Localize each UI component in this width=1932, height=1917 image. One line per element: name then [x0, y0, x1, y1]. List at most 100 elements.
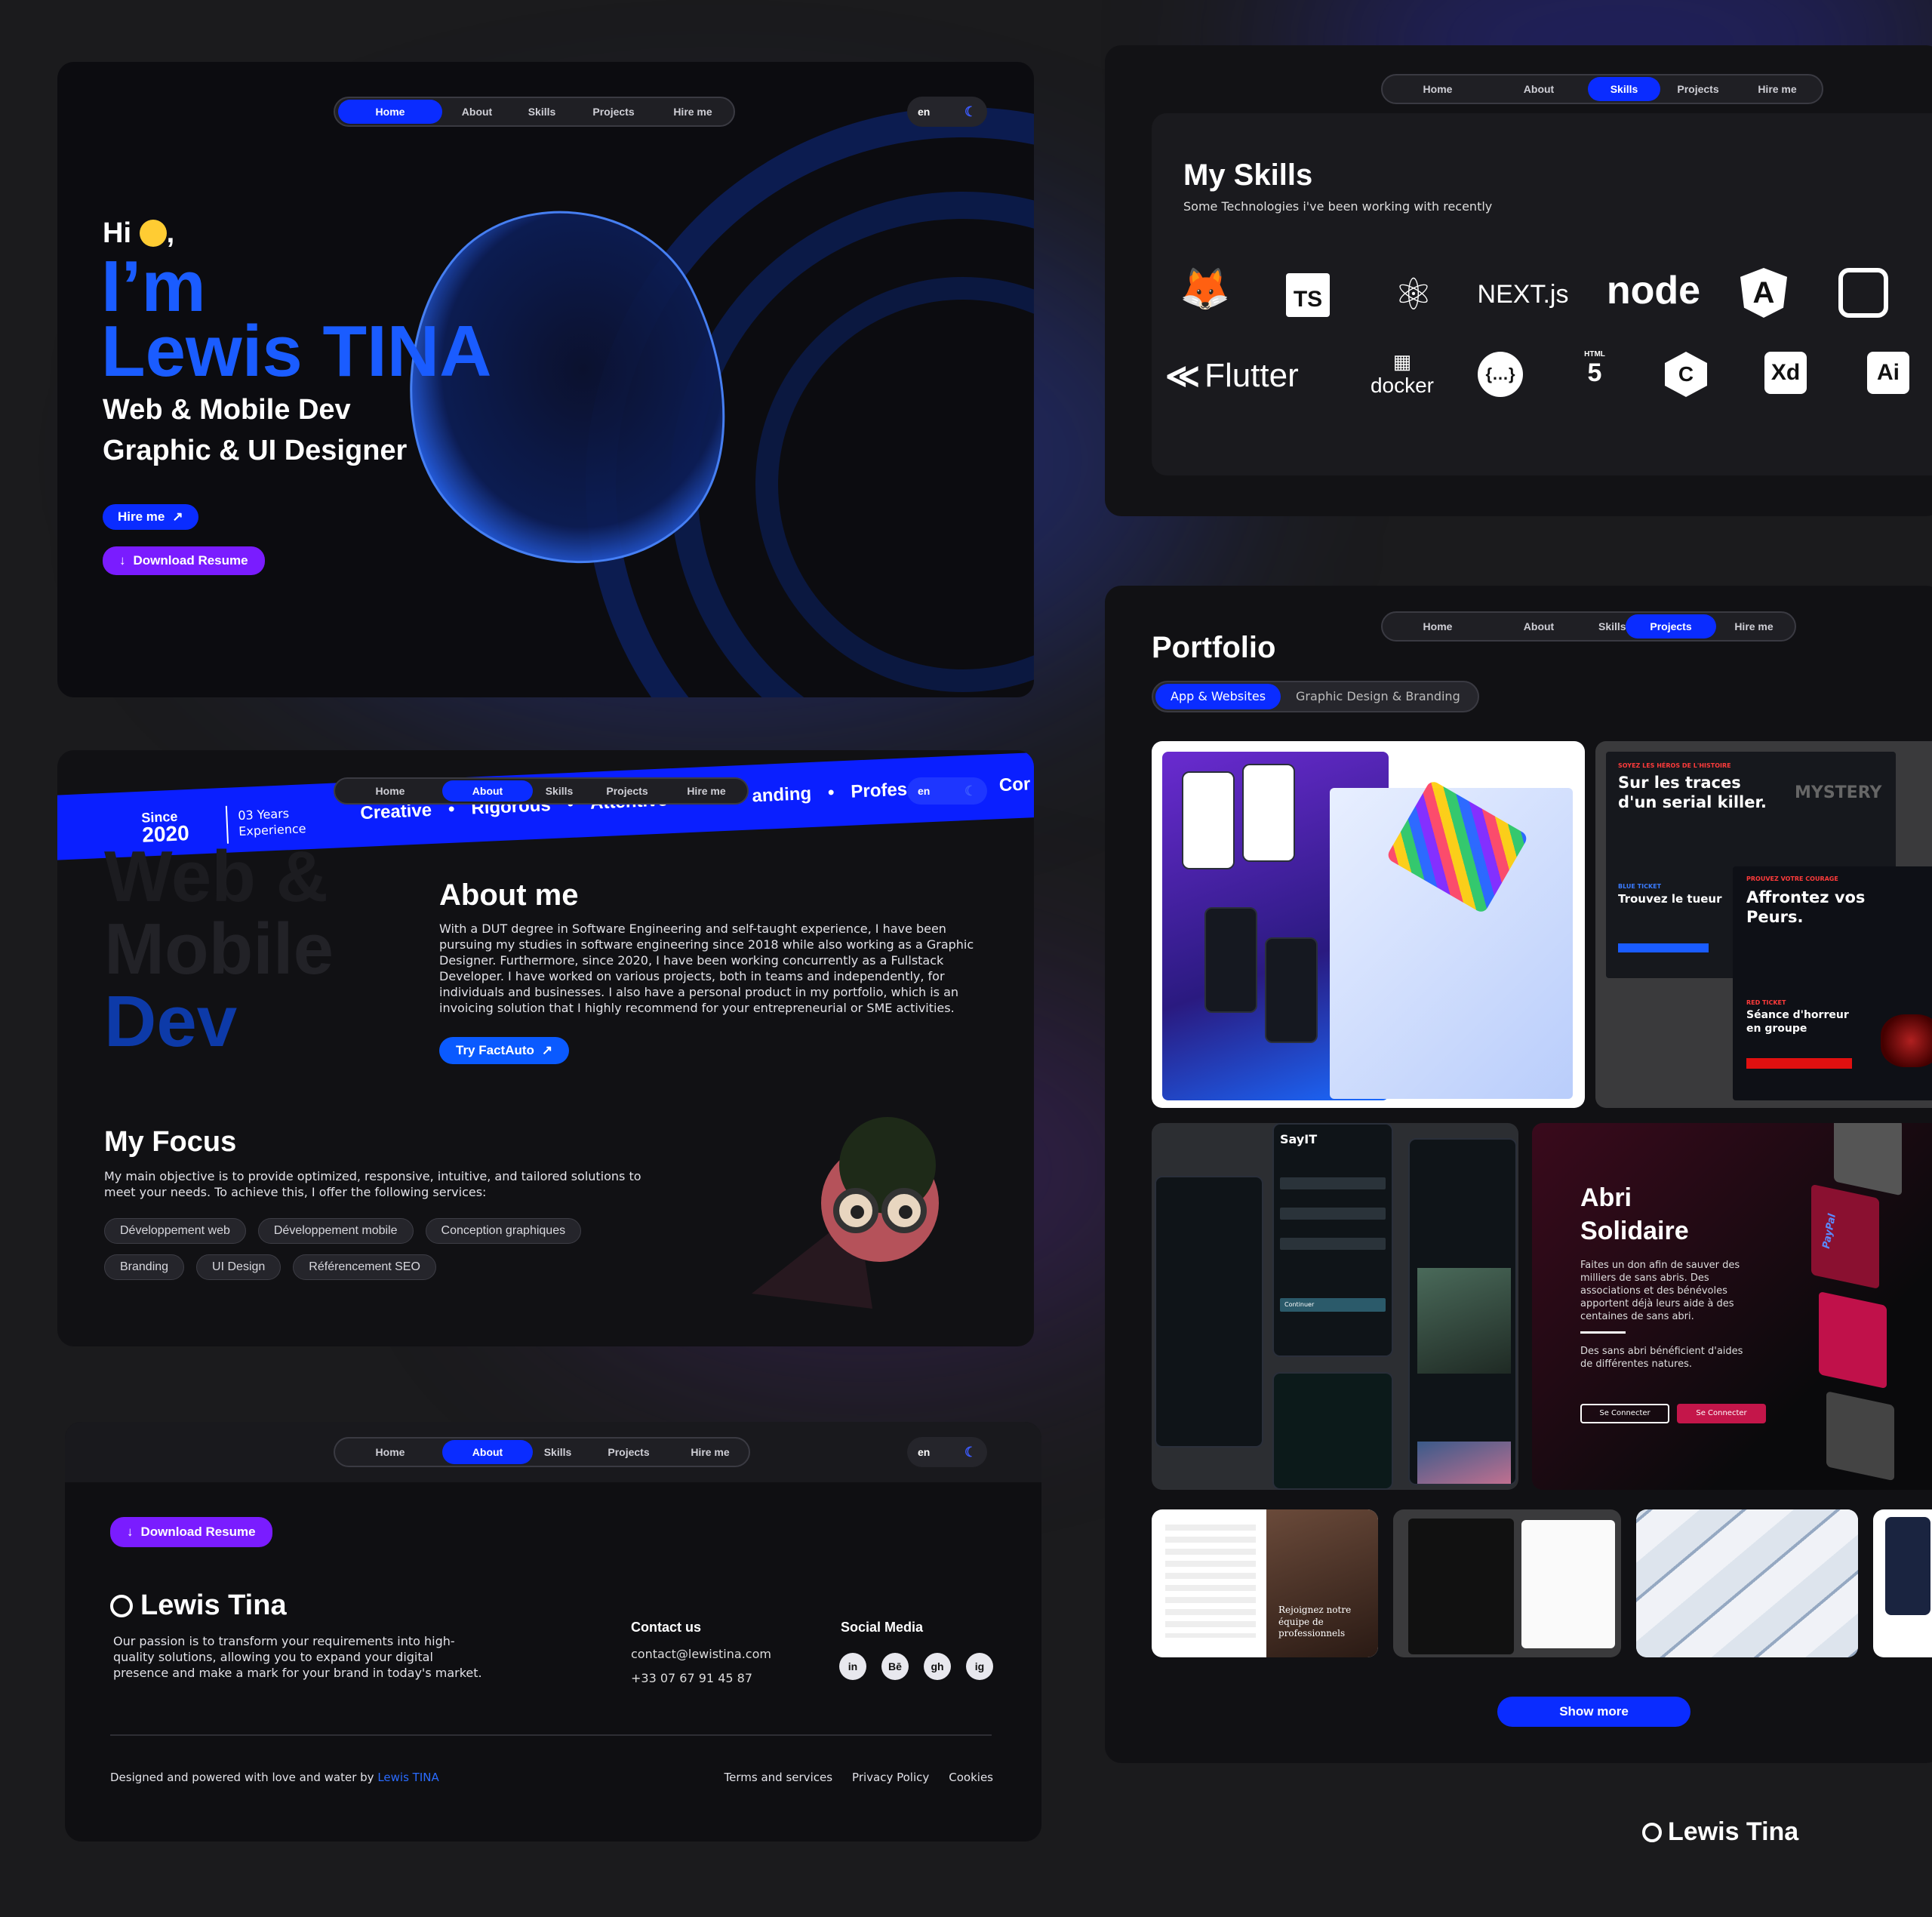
terms-link[interactable]: Terms and services — [724, 1771, 832, 1784]
hi-comma: , — [166, 217, 175, 249]
nav-skills[interactable]: Skills — [533, 780, 586, 802]
hero-role-1: Web & Mobile Dev — [103, 394, 351, 426]
project-factauto[interactable] — [1152, 741, 1585, 1108]
nav-hire[interactable]: Hire me — [675, 1440, 746, 1464]
show-more-button[interactable]: Show more — [1497, 1697, 1690, 1727]
nav-projects[interactable]: Projects — [1626, 614, 1716, 638]
hero-name: Lewis TINA — [101, 311, 492, 392]
nav-hire[interactable]: Hire me — [669, 780, 744, 802]
creature-icon — [1881, 1014, 1932, 1067]
abri-login-button: Se Connecter — [1580, 1404, 1669, 1423]
photo-placeholder — [1417, 1442, 1511, 1484]
project-mystery[interactable]: SOYEZ LES HÉROS DE L'HISTOIRE Sur les tr… — [1595, 741, 1932, 1108]
phone-mock — [1155, 1176, 1263, 1448]
nav-skills[interactable]: Skills — [533, 1440, 583, 1464]
nav-skills[interactable]: Skills — [1588, 614, 1626, 638]
arrow-down-icon: ↓ — [127, 1525, 134, 1539]
nav-home[interactable]: Home — [338, 780, 442, 802]
sayit-title: SayIT — [1280, 1132, 1318, 1146]
mystery-blue-kicker: BLUE TICKET — [1618, 883, 1662, 890]
abri-title-1: Abri — [1580, 1183, 1632, 1212]
typescript-icon: TS — [1286, 273, 1330, 317]
hire-me-label: Hire me — [118, 509, 165, 524]
behance-icon[interactable]: Bē — [881, 1653, 909, 1680]
cookies-link[interactable]: Cookies — [949, 1771, 993, 1784]
nav-hire[interactable]: Hire me — [1736, 77, 1819, 101]
about-text: With a DUT degree in Software Engineerin… — [439, 922, 974, 1015]
nav-hire[interactable]: Hire me — [655, 100, 731, 124]
avatar-illustration — [752, 1117, 939, 1309]
download-resume-button[interactable]: ↓ Download Resume — [110, 1517, 272, 1547]
nav-home[interactable]: Home — [338, 100, 442, 124]
nav-projects[interactable]: Projects — [1660, 77, 1736, 101]
tab-graphic-design[interactable]: Graphic Design & Branding — [1281, 684, 1475, 709]
privacy-link[interactable]: Privacy Policy — [852, 1771, 929, 1784]
try-factauto-button[interactable]: Try FactAuto ↗ — [439, 1037, 570, 1064]
project-sayit[interactable]: SayIT Continuer — [1152, 1123, 1518, 1490]
nav-home[interactable]: Home — [1386, 77, 1490, 101]
lang-toggle[interactable]: en ☾ — [907, 97, 987, 127]
nav-hire[interactable]: Hire me — [1716, 614, 1792, 638]
nav-about[interactable]: About — [442, 780, 533, 802]
mystery-title: Sur les traces d'un serial killer. — [1618, 774, 1767, 812]
contact-email[interactable]: contact@lewistina.com — [631, 1647, 771, 1661]
gitlab-icon: 🦊 — [1180, 266, 1231, 312]
tab-app-websites[interactable]: App & Websites — [1155, 684, 1281, 709]
nav-about[interactable]: About — [442, 100, 512, 124]
credit-link[interactable]: Lewis TINA — [377, 1771, 438, 1784]
nav-projects[interactable]: Projects — [583, 1440, 675, 1464]
nav-projects[interactable]: Projects — [572, 100, 655, 124]
watermark: Lewis Tina — [1642, 1817, 1798, 1847]
moon-icon[interactable]: ☾ — [964, 104, 977, 120]
adobe-illustrator-icon: Ai — [1867, 352, 1909, 394]
lang-label: en — [918, 106, 931, 118]
portfolio-tabs: App & Websites Graphic Design & Branding — [1152, 681, 1479, 712]
react-icon: ⚛ — [1394, 270, 1433, 319]
project-dashboard[interactable] — [1393, 1509, 1621, 1657]
download-resume-button[interactable]: ↓ Download Resume — [103, 546, 265, 575]
phone-mock — [1204, 907, 1257, 1013]
footer-links: Terms and services Privacy Policy Cookies — [724, 1771, 993, 1784]
abri-text-1: Faites un don afin de sauver des millier… — [1580, 1260, 1740, 1322]
nav-skills[interactable]: Skills — [512, 100, 572, 124]
portfolio-nav: Home About Skills Projects Hire me — [1381, 611, 1796, 642]
project-abri-solidaire[interactable]: Abri Solidaire Faites un don afin de sau… — [1532, 1123, 1932, 1490]
sayit-input — [1280, 1177, 1386, 1189]
ribbon-word: Profes — [850, 779, 908, 802]
mystery-red-sub: Séance d'horreur en groupe — [1746, 1009, 1849, 1035]
flutter-icon: ≪ Flutter — [1165, 357, 1299, 395]
service-chip: Développement web — [104, 1218, 246, 1244]
focus-text: My main objective is to provide optimize… — [104, 1169, 641, 1199]
abri-card-paypal: PayPal — [1811, 1183, 1879, 1289]
project-extra[interactable] — [1873, 1509, 1932, 1657]
recruit-text: Rejoignez notre équipe de professionnels — [1278, 1605, 1352, 1639]
nav-projects[interactable]: Projects — [586, 780, 669, 802]
lang-toggle[interactable]: en ☾ — [907, 777, 987, 805]
moon-icon[interactable]: ☾ — [964, 1445, 977, 1460]
nav-home[interactable]: Home — [1386, 614, 1490, 638]
try-factauto-label: Try FactAuto — [456, 1043, 534, 1057]
skills-subtitle: Some Technologies i've been working with… — [1183, 199, 1493, 214]
nav-about[interactable]: About — [1490, 614, 1588, 638]
portfolio-title: Portfolio — [1152, 631, 1276, 664]
flutter-label: Flutter — [1204, 357, 1299, 394]
linkedin-icon[interactable]: in — [839, 1653, 866, 1680]
project-recruit[interactable]: Rejoignez notre équipe de professionnels — [1152, 1509, 1378, 1657]
skills-panel: My Skills Some Technologies i've been wo… — [1152, 113, 1932, 475]
project-mobile-grid[interactable] — [1636, 1509, 1858, 1657]
instagram-icon[interactable]: ig — [966, 1653, 993, 1680]
moon-icon[interactable]: ☾ — [964, 783, 977, 799]
logo-ring-icon — [1642, 1822, 1662, 1842]
nav-about[interactable]: About — [442, 1440, 533, 1464]
abri-card-gray-2 — [1826, 1391, 1894, 1482]
github-icon[interactable]: gh — [924, 1653, 951, 1680]
mystery-blue-title: Trouvez le tueur — [1618, 892, 1722, 906]
nav-about[interactable]: About — [1490, 77, 1588, 101]
hire-me-button[interactable]: Hire me ↗ — [103, 504, 198, 530]
lang-toggle[interactable]: en ☾ — [907, 1437, 987, 1467]
social-icons: in Bē gh ig — [839, 1653, 993, 1680]
nav-skills[interactable]: Skills — [1588, 77, 1660, 101]
lang-label: en — [918, 785, 931, 797]
extra-phone — [1885, 1517, 1930, 1615]
nav-home[interactable]: Home — [338, 1440, 442, 1464]
